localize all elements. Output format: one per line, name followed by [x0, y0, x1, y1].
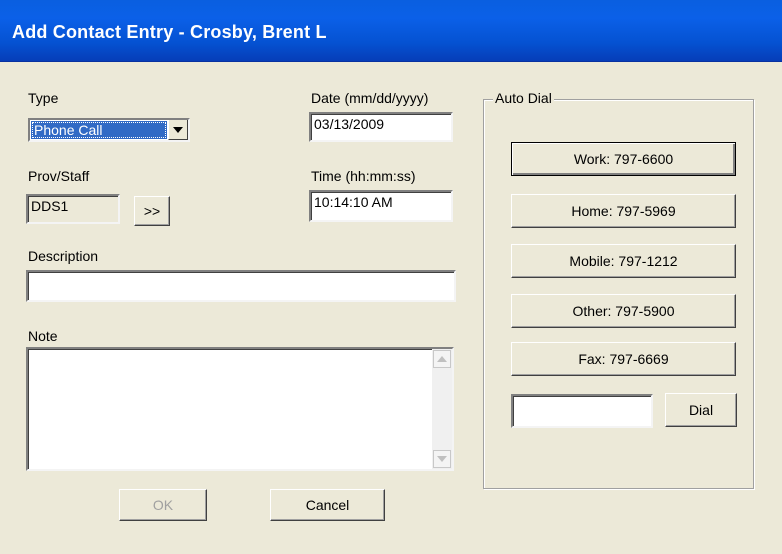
prov-staff-field: DDS1	[26, 194, 120, 224]
type-dropdown[interactable]: Phone Call	[28, 118, 190, 142]
type-selected-value: Phone Call	[31, 121, 167, 139]
arrow-down-icon[interactable]	[433, 450, 451, 468]
dial-fax-button[interactable]: Fax: 797-6669	[511, 342, 736, 376]
date-label: Date (mm/dd/yyyy)	[311, 90, 429, 106]
note-textarea[interactable]	[26, 347, 454, 471]
type-label: Type	[28, 90, 59, 106]
time-input[interactable]: 10:14:10 AM	[309, 190, 453, 222]
arrow-up-icon[interactable]	[433, 350, 451, 368]
note-label: Note	[28, 328, 58, 344]
description-input[interactable]	[26, 270, 456, 302]
prov-staff-label: Prov/Staff	[28, 168, 90, 184]
dial-work-button[interactable]: Work: 797-6600	[511, 142, 736, 176]
dial-number-input[interactable]	[511, 394, 653, 428]
dial-button[interactable]: Dial	[665, 393, 737, 427]
ok-button[interactable]: OK	[119, 489, 207, 521]
time-label: Time (hh:mm:ss)	[311, 168, 416, 184]
cancel-button[interactable]: Cancel	[270, 489, 385, 521]
window-title: Add Contact Entry - Crosby, Brent L	[12, 22, 327, 42]
chevron-down-icon[interactable]	[168, 120, 188, 140]
title-bar[interactable]: Add Contact Entry - Crosby, Brent L	[0, 0, 782, 62]
prov-staff-lookup-button[interactable]: >>	[134, 196, 170, 226]
note-scrollbar[interactable]	[432, 349, 452, 469]
dial-other-button[interactable]: Other: 797-5900	[511, 294, 736, 328]
dial-mobile-button[interactable]: Mobile: 797-1212	[511, 244, 736, 278]
date-input[interactable]: 03/13/2009	[309, 112, 453, 142]
auto-dial-label: Auto Dial	[493, 90, 554, 106]
dial-home-button[interactable]: Home: 797-5969	[511, 194, 736, 228]
description-label: Description	[28, 248, 99, 264]
